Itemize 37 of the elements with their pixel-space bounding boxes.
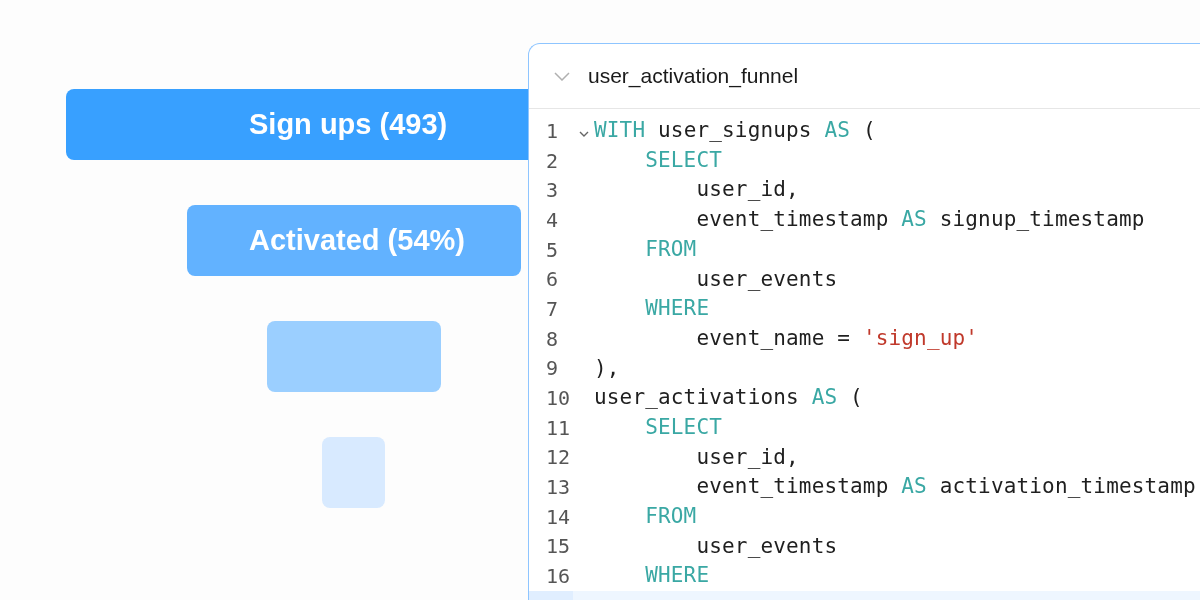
code-line: event_name = 'sign_up' <box>695 324 979 352</box>
funnel-label: Sign ups (493) <box>249 106 448 142</box>
code-line: SELECT <box>644 146 723 174</box>
chevron-down-icon <box>554 71 570 81</box>
line-number: 3 <box>546 177 560 205</box>
line-number: 16 <box>546 563 570 591</box>
line-number: 9 <box>546 355 560 383</box>
code-line: WHERE <box>644 562 710 590</box>
line-number: 11 <box>546 414 570 442</box>
line-number: 15 <box>546 533 570 561</box>
line-number: 1 <box>546 117 560 145</box>
line-number: 14 <box>546 503 570 531</box>
code-line: user_events <box>695 532 838 560</box>
line-number: 12 <box>546 444 570 472</box>
fold-icon[interactable] <box>578 130 589 137</box>
funnel-label: Activated (54%) <box>249 222 465 258</box>
line-number: 13 <box>546 474 570 502</box>
line-number: 7 <box>546 295 560 323</box>
code-line: user_id, <box>695 443 799 471</box>
line-number: 8 <box>546 325 560 353</box>
code-line: user_events <box>695 265 838 293</box>
line-number: 4 <box>546 206 560 234</box>
code-line: user_activations AS ( <box>594 384 863 412</box>
code-line: SELECT <box>644 413 723 441</box>
code-line: event_timestamp AS activation_timestamp <box>695 473 1196 501</box>
code-line: event_timestamp AS signup_timestamp <box>695 206 1145 234</box>
code-line: ), <box>594 354 620 382</box>
code-line: FROM <box>644 235 697 263</box>
code-line: WHERE <box>644 295 710 323</box>
code-line: FROM <box>644 503 697 531</box>
code-line: WITH user_signups AS ( <box>594 117 876 145</box>
line-number: 2 <box>546 147 560 175</box>
line-number: 10 <box>546 385 570 413</box>
line-number: 5 <box>546 236 560 264</box>
line-number: 6 <box>546 266 560 294</box>
query-title: user_activation_funnel <box>588 63 799 90</box>
code-line: user_id, <box>695 176 799 204</box>
